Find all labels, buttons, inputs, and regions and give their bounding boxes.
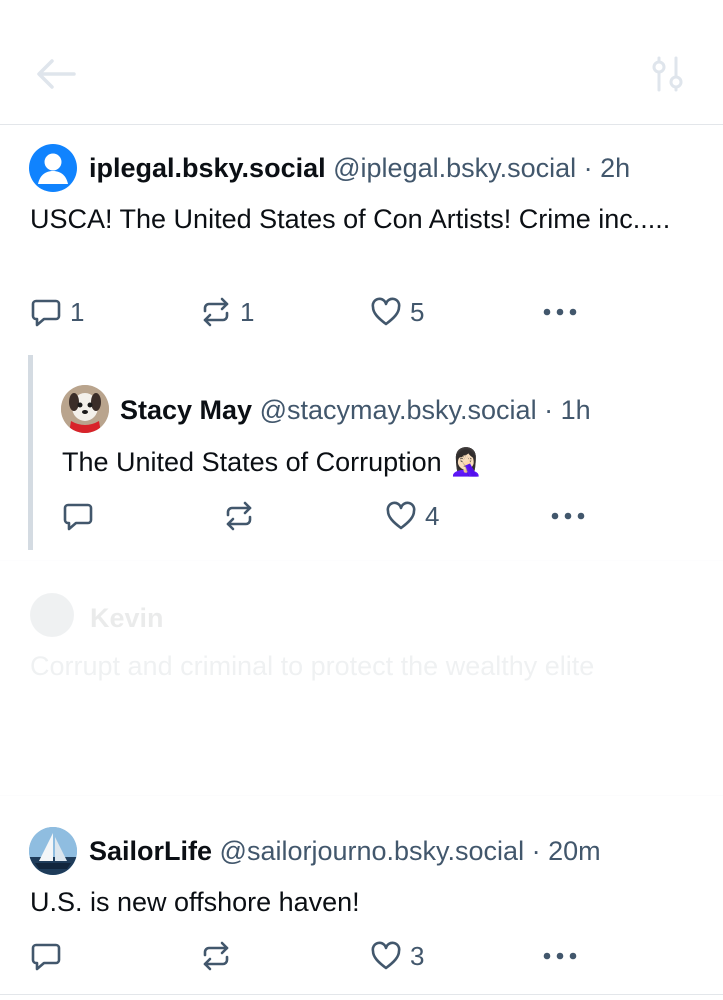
more-icon [551,512,585,520]
hidden-post: Kevin Corrupt and criminal to protect th… [0,560,723,796]
timestamp[interactable]: · 1h [544,395,591,425]
post-sailorlife[interactable]: SailorLife @sailorjourno.bsky.social · 2… [0,796,723,996]
heart-icon [371,941,401,970]
handle[interactable]: @iplegal.bsky.social [333,153,576,183]
repost-icon [203,941,229,971]
display-name[interactable]: Stacy May [120,395,252,425]
reply-button[interactable] [62,496,102,536]
filter-sliders-icon [652,56,683,92]
post-meta: Stacy May @stacymay.bsky.social · 1h [120,393,591,427]
repost-button[interactable] [200,936,240,976]
reply-icon [31,943,61,971]
like-button[interactable]: 3 [370,936,424,976]
post-actions: 1 1 5 [0,292,723,332]
post-actions: 4 [0,496,723,536]
back-arrow-icon [37,59,76,89]
more-button[interactable] [549,496,587,536]
more-button[interactable] [541,936,579,976]
like-count: 5 [410,296,425,327]
quoted-post-stacymay[interactable]: Stacy May @stacymay.bsky.social · 1h The… [0,380,723,550]
display-name[interactable]: SailorLife [89,836,212,866]
timestamp[interactable]: · 20m [532,836,601,866]
reply-count: 1 [70,296,85,327]
default-avatar-icon [38,153,68,184]
bottom-divider [0,994,723,995]
avatar[interactable] [61,385,109,433]
avatar[interactable] [29,144,77,192]
like-count: 4 [425,500,440,531]
heart-icon [371,297,401,326]
header [0,0,723,125]
like-button[interactable]: 5 [370,292,424,332]
post-text: The United States of Corruption 🤦🏻‍♀️ [62,447,483,477]
post-text: U.S. is new offshore haven! [30,887,360,917]
more-icon [543,952,577,960]
post-meta: Kevin [90,601,164,635]
more-icon [543,308,577,316]
post-actions: 3 [0,936,723,976]
handle[interactable]: @sailorjourno.bsky.social [220,836,525,866]
thread-settings-button[interactable] [648,54,688,94]
dog-avatar-icon [61,385,109,433]
like-count: 3 [410,940,425,971]
display-name[interactable]: iplegal.bsky.social [89,153,326,183]
reply-button[interactable] [30,936,70,976]
display-name: Kevin [90,603,164,633]
repost-button[interactable] [223,496,263,536]
timestamp[interactable]: · 2h [584,153,631,183]
post-text: USCA! The United States of Con Artists! … [30,204,671,234]
repost-count: 1 [240,296,255,327]
repost-button[interactable]: 1 [200,292,254,332]
post-meta: iplegal.bsky.social @iplegal.bsky.social… [89,151,630,185]
back-button[interactable] [34,56,78,92]
reply-button[interactable]: 1 [30,292,84,332]
thread-screen: iplegal.bsky.social @iplegal.bsky.social… [0,0,723,1000]
more-button[interactable] [541,292,579,332]
like-button[interactable]: 4 [385,496,439,536]
post-meta: SailorLife @sailorjourno.bsky.social · 2… [89,834,601,868]
handle[interactable]: @stacymay.bsky.social [260,395,537,425]
heart-icon [386,501,416,530]
avatar [30,593,74,637]
repost-icon [226,501,252,531]
post-text: Corrupt and criminal to protect the weal… [30,651,595,681]
reply-icon [31,299,61,327]
sailboat-avatar-icon [29,827,77,875]
avatar[interactable] [29,827,77,875]
reply-icon [63,503,93,531]
repost-icon [203,297,229,327]
